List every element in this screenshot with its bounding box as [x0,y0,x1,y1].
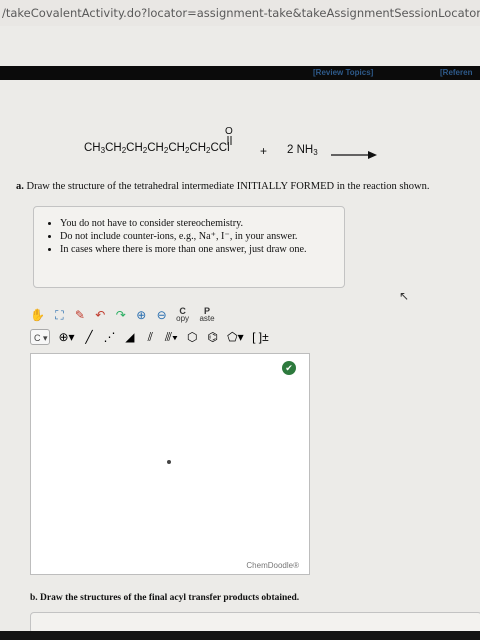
question-b-label: b. [30,593,38,603]
review-topics-link[interactable]: [Review Topics] [313,66,373,80]
question-a-text: Draw the structure of the tetrahedral in… [26,181,430,192]
ammonia-reagent: 2 NH3 [287,144,318,157]
instructions-box: You do not have to consider stereochemis… [33,206,345,288]
hand-tool-icon[interactable]: ✋ [30,306,45,324]
mouse-cursor-icon: ↖ [399,289,410,303]
formula-part: CH [105,142,122,154]
drawing-toolbar-top: ✋ ⛶ ✎ ↶ ↷ ⊕ ⊖ Copy Paste [30,306,221,326]
element-selector-value: C [34,333,41,343]
plus-sign: + [260,144,268,158]
pentagon-ring-icon[interactable]: ⬠▾ [227,328,243,346]
formula-part: CH [126,142,143,154]
single-bond-icon[interactable]: ╱ [83,328,95,346]
acyl-chloride-formula: CH3CH2CH2CH2CH2CH2CCl [84,142,230,155]
instruction-item: You do not have to consider stereochemis… [60,217,344,230]
question-a: a. Draw the structure of the tetrahedral… [16,181,429,192]
drawing-canvas[interactable]: ✔ ChemDoodle® [30,353,310,575]
question-a-label: a. [16,181,24,192]
benzene-ring-icon[interactable]: ⌬ [207,328,219,346]
footer-bar [0,631,480,640]
eraser-tool-icon[interactable]: ✎ [74,306,86,324]
reagent-sub: 3 [313,148,318,157]
bracket-tool-icon[interactable]: [ ]± [252,328,269,346]
element-selector[interactable]: C ▾ [30,329,50,345]
charge-plus-icon[interactable]: ⊕▾ [58,328,74,346]
question-b-text: Draw the structures of the final acyl tr… [40,593,300,603]
formula-part: CH [189,142,207,154]
question-b: b. Draw the structures of the final acyl… [30,593,299,603]
top-nav-bar: [Review Topics] [Referen [0,66,480,80]
formula-part: CH [147,142,164,154]
zoom-in-icon[interactable]: ⊕ [135,306,147,324]
undo-icon[interactable]: ↶ [94,306,106,324]
check-icon[interactable]: ✔ [282,361,296,375]
lasso-tool-icon[interactable]: ⛶ [53,306,65,324]
carbonyl-o-label: O [225,126,233,137]
chemdoodle-watermark: ChemDoodle® [246,561,299,570]
wedge-bond-icon[interactable]: ◢ [124,328,136,346]
instruction-item: In cases where there is more than one an… [60,243,344,256]
canvas-point [167,460,171,464]
copy-button[interactable]: Copy [176,307,189,323]
instruction-item: Do not include counter-ions, e.g., Na⁺, … [60,230,344,243]
drawing-toolbar-bottom: C ▾ ⊕▾ ╱ ⋰ ◢ ⫽ ⫻▾ ⬡ ⌬ ⬠▾ [ ]± [30,328,273,348]
paste-button[interactable]: Paste [199,307,214,323]
ring-hexagon-icon[interactable]: ⬡ [186,328,198,346]
redo-icon[interactable]: ↷ [115,306,127,324]
copy-sublabel: opy [176,314,190,323]
hashed-bond-icon[interactable]: ⋰ [103,328,115,346]
paste-sublabel: aste [199,314,215,323]
reagent-text: 2 NH [287,144,314,156]
address-bar[interactable]: /takeCovalentActivity.do?locator=assignm… [0,0,480,26]
double-bond-icon[interactable]: ⫽ [144,328,156,346]
formula-part: CH [84,142,101,154]
formula-part: CH [168,142,185,154]
formula-part: CCl [210,142,230,154]
triple-bond-icon[interactable]: ⫻▾ [165,328,178,346]
assignment-page: [Review Topics] [Referen O CH3CH2CH2CH2C… [0,26,480,640]
reaction-arrow-icon [331,151,377,159]
references-link[interactable]: [Referen [440,66,472,80]
zoom-out-icon[interactable]: ⊖ [156,306,168,324]
